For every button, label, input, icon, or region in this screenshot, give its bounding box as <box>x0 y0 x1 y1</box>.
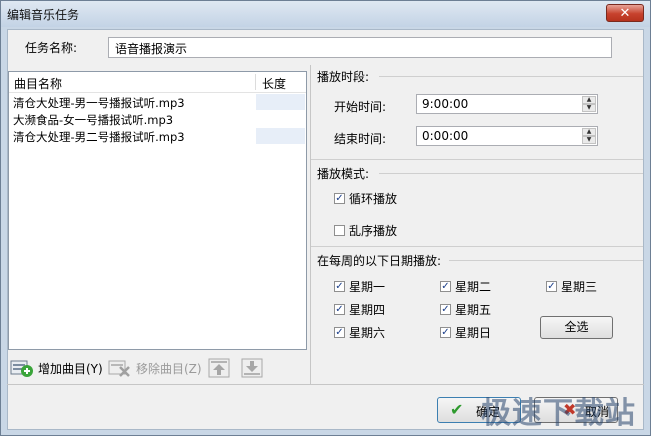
footer-divider <box>7 384 644 385</box>
checkbox-icon <box>334 225 345 236</box>
end-time-label: 结束时间: <box>334 132 387 146</box>
spin-down-icon[interactable]: ▼ <box>582 104 596 112</box>
move-down-icon <box>241 358 263 378</box>
track-list[interactable]: 曲目名称 长度 清仓大处理-男一号播报试听.mp3 大濒食品-女一号播报试听.m… <box>8 71 307 350</box>
shuffle-checkbox[interactable]: 乱序播放 <box>334 222 397 239</box>
move-up-icon <box>208 358 230 378</box>
task-name-label: 任务名称: <box>25 41 78 55</box>
weekday-label: 星期二 <box>455 280 492 294</box>
checkbox-icon: ✓ <box>440 304 451 315</box>
weekday-label: 星期五 <box>455 303 492 317</box>
spin-up-icon[interactable]: ▲ <box>582 128 596 136</box>
tuesday-checkbox[interactable]: ✓ 星期二 <box>440 278 491 295</box>
start-time-value: 9:00:00 <box>422 97 469 111</box>
thursday-checkbox[interactable]: ✓ 星期四 <box>334 301 385 318</box>
dialog-window: 编辑音乐任务 ✕ 任务名称: 语音播报演示 曲目名称 长度 清仓大处理-男一号播… <box>0 0 651 436</box>
track-name: 大濒食品-女一号播报试听.mp3 <box>13 113 174 127</box>
move-up-button[interactable] <box>208 357 230 379</box>
column-header-length[interactable]: 长度 <box>262 75 286 92</box>
table-row[interactable]: 清仓大处理-男二号播报试听.mp3 <box>9 128 306 144</box>
remove-track-icon <box>108 360 130 377</box>
column-divider[interactable] <box>255 74 256 90</box>
close-icon: ✕ <box>619 6 631 21</box>
weekdays-group-title: 在每周的以下日期播放: <box>317 254 442 268</box>
group-divider <box>311 159 643 160</box>
track-name: 清仓大处理-男二号播报试听.mp3 <box>13 130 185 144</box>
remove-track-button[interactable]: 移除曲目(Z) <box>108 357 202 379</box>
start-time-label: 开始时间: <box>334 100 387 114</box>
track-name: 清仓大处理-男一号播报试听.mp3 <box>13 96 185 110</box>
weekday-label: 星期四 <box>349 303 386 317</box>
checkbox-icon: ✓ <box>334 281 345 292</box>
add-track-label: 增加曲目(Y) <box>38 361 103 376</box>
track-length <box>256 111 305 127</box>
saturday-checkbox[interactable]: ✓ 星期六 <box>334 324 385 341</box>
add-track-icon <box>10 360 33 377</box>
move-down-button[interactable] <box>241 357 263 379</box>
group-divider <box>311 246 643 247</box>
end-time-value: 0:00:00 <box>422 129 469 143</box>
panel-divider <box>310 65 311 385</box>
spin-down-icon[interactable]: ▼ <box>582 136 596 144</box>
spin-up-icon[interactable]: ▲ <box>582 96 596 104</box>
weekday-label: 星期三 <box>561 280 598 294</box>
watermark: 极速下载站 <box>481 396 636 431</box>
task-name-input[interactable]: 语音播报演示 <box>108 37 612 58</box>
schedule-group-title: 播放时段: <box>317 70 370 84</box>
title-bar: 编辑音乐任务 ✕ <box>1 1 650 27</box>
checkbox-icon: ✓ <box>546 281 557 292</box>
weekday-label: 星期日 <box>455 326 492 340</box>
select-all-button[interactable]: 全选 <box>540 316 613 339</box>
checkbox-icon: ✓ <box>334 327 345 338</box>
list-header: 曲目名称 长度 <box>9 72 306 93</box>
shuffle-label: 乱序播放 <box>349 224 398 238</box>
monday-checkbox[interactable]: ✓ 星期一 <box>334 278 385 295</box>
table-row[interactable]: 大濒食品-女一号播报试听.mp3 <box>9 111 306 127</box>
wednesday-checkbox[interactable]: ✓ 星期三 <box>546 278 597 295</box>
track-length <box>256 94 305 110</box>
checkbox-icon: ✓ <box>334 304 345 315</box>
add-track-button[interactable]: 增加曲目(Y) <box>10 357 103 379</box>
window-title: 编辑音乐任务 <box>7 8 80 22</box>
sunday-checkbox[interactable]: ✓ 星期日 <box>440 324 491 341</box>
track-length <box>256 128 305 144</box>
close-button[interactable]: ✕ <box>606 4 644 22</box>
friday-checkbox[interactable]: ✓ 星期五 <box>440 301 491 318</box>
group-divider <box>379 76 643 77</box>
remove-track-label: 移除曲目(Z) <box>136 361 202 376</box>
start-time-spinner[interactable]: 9:00:00 ▲ ▼ <box>416 94 598 114</box>
loop-checkbox[interactable]: ✓ 循环播放 <box>334 190 397 207</box>
loop-label: 循环播放 <box>349 192 398 206</box>
weekday-label: 星期六 <box>349 326 386 340</box>
checkbox-icon: ✓ <box>440 327 451 338</box>
table-row[interactable]: 清仓大处理-男一号播报试听.mp3 <box>9 94 306 110</box>
column-header-name[interactable]: 曲目名称 <box>14 75 62 92</box>
weekday-label: 星期一 <box>349 280 386 294</box>
group-divider <box>449 260 643 261</box>
checkbox-icon: ✓ <box>334 193 345 204</box>
check-icon: ✔ <box>450 400 464 419</box>
group-divider <box>379 173 643 174</box>
mode-group-title: 播放模式: <box>317 167 370 181</box>
end-time-spinner[interactable]: 0:00:00 ▲ ▼ <box>416 126 598 146</box>
checkbox-icon: ✓ <box>440 281 451 292</box>
